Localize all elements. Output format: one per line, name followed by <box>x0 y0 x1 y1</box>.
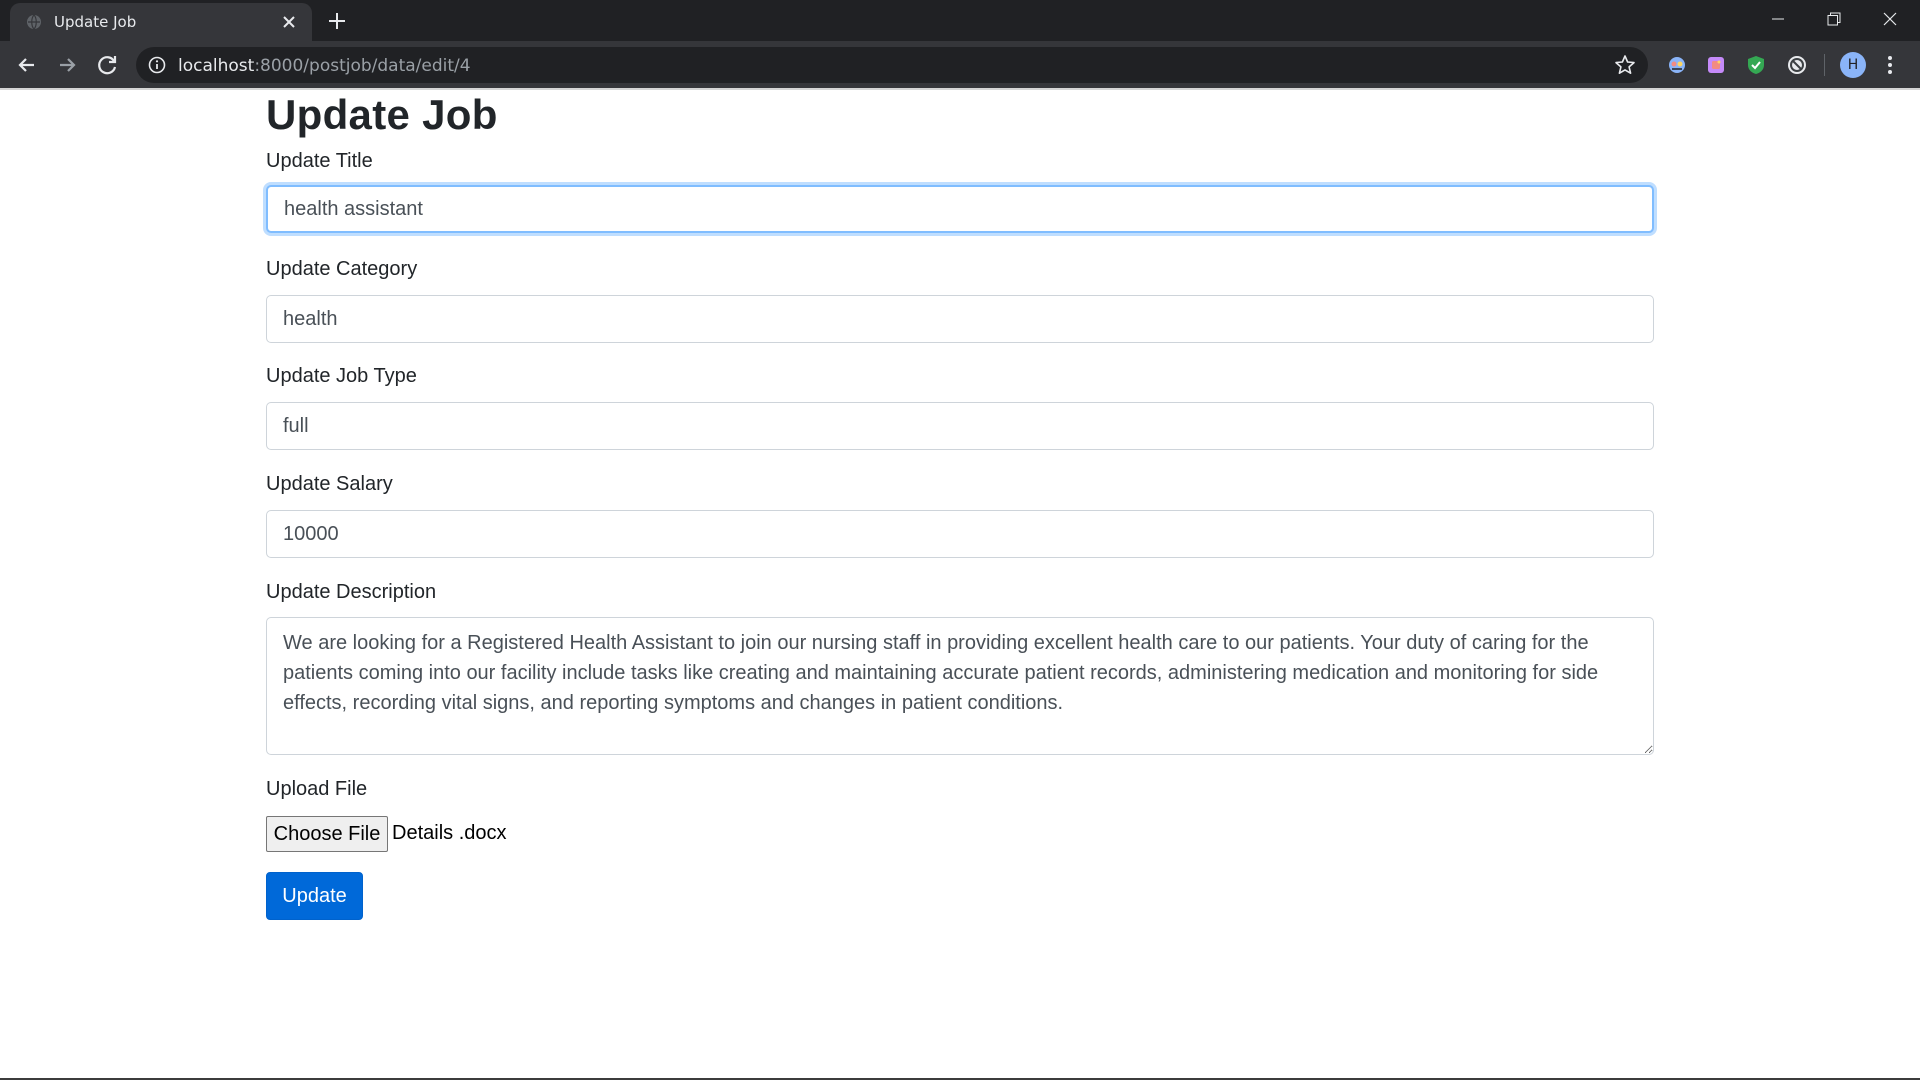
tab-update-job[interactable]: Update Job <box>10 3 312 41</box>
toolbar-divider <box>1824 54 1825 76</box>
job-type-input[interactable] <box>266 402 1654 450</box>
url-host: localhost <box>178 56 255 76</box>
category-label: Update Category <box>266 258 418 280</box>
extension-icon[interactable] <box>1786 54 1808 76</box>
extension-icon[interactable] <box>1745 54 1767 76</box>
star-icon[interactable] <box>1614 54 1636 76</box>
extension-icon[interactable] <box>1705 54 1727 76</box>
avatar[interactable]: H <box>1840 52 1866 78</box>
minimize-button[interactable] <box>1750 0 1806 38</box>
minimize-icon <box>1772 18 1784 20</box>
description-label: Update Description <box>266 581 437 603</box>
close-icon[interactable] <box>280 13 298 31</box>
close-window-button[interactable] <box>1862 0 1918 38</box>
back-arrow-icon[interactable] <box>13 51 41 79</box>
url-text[interactable]: localhost:8000/postjob/data/edit/4 <box>178 56 471 76</box>
restore-button[interactable] <box>1806 0 1862 38</box>
title-label: Update Title <box>266 150 373 172</box>
upload-label: Upload File <box>266 778 368 800</box>
globe-icon <box>27 14 41 30</box>
extension-icon[interactable] <box>1666 54 1688 76</box>
info-icon[interactable] <box>148 56 166 74</box>
kebab-menu-icon[interactable] <box>1886 54 1894 76</box>
tab-title: Update Job <box>54 13 137 31</box>
page-title: Update Job <box>266 91 498 138</box>
plus-icon[interactable] <box>326 10 348 32</box>
selected-file-name: Details .docx <box>392 822 507 844</box>
salary-input[interactable] <box>266 510 1654 558</box>
job-type-label: Update Job Type <box>266 365 417 387</box>
salary-label: Update Salary <box>266 473 393 495</box>
tab-strip: Update Job <box>0 0 1920 41</box>
browser-toolbar: localhost:8000/postjob/data/edit/4 H <box>0 41 1920 88</box>
update-button[interactable]: Update <box>266 872 363 920</box>
reload-icon[interactable] <box>94 51 122 79</box>
category-input[interactable] <box>266 295 1654 343</box>
choose-file-button[interactable]: Choose File <box>266 816 388 852</box>
forward-arrow-icon[interactable] <box>53 51 81 79</box>
title-input[interactable] <box>266 185 1654 233</box>
address-bar[interactable]: localhost:8000/postjob/data/edit/4 <box>136 47 1648 83</box>
close-icon <box>1883 12 1897 26</box>
url-path: :8000/postjob/data/edit/4 <box>254 56 471 76</box>
description-textarea[interactable]: We are looking for a Registered Health A… <box>266 617 1654 755</box>
browser-chrome: Update Job localhost:8000/postjob/data/e… <box>0 0 1920 88</box>
restore-icon <box>1827 12 1841 26</box>
